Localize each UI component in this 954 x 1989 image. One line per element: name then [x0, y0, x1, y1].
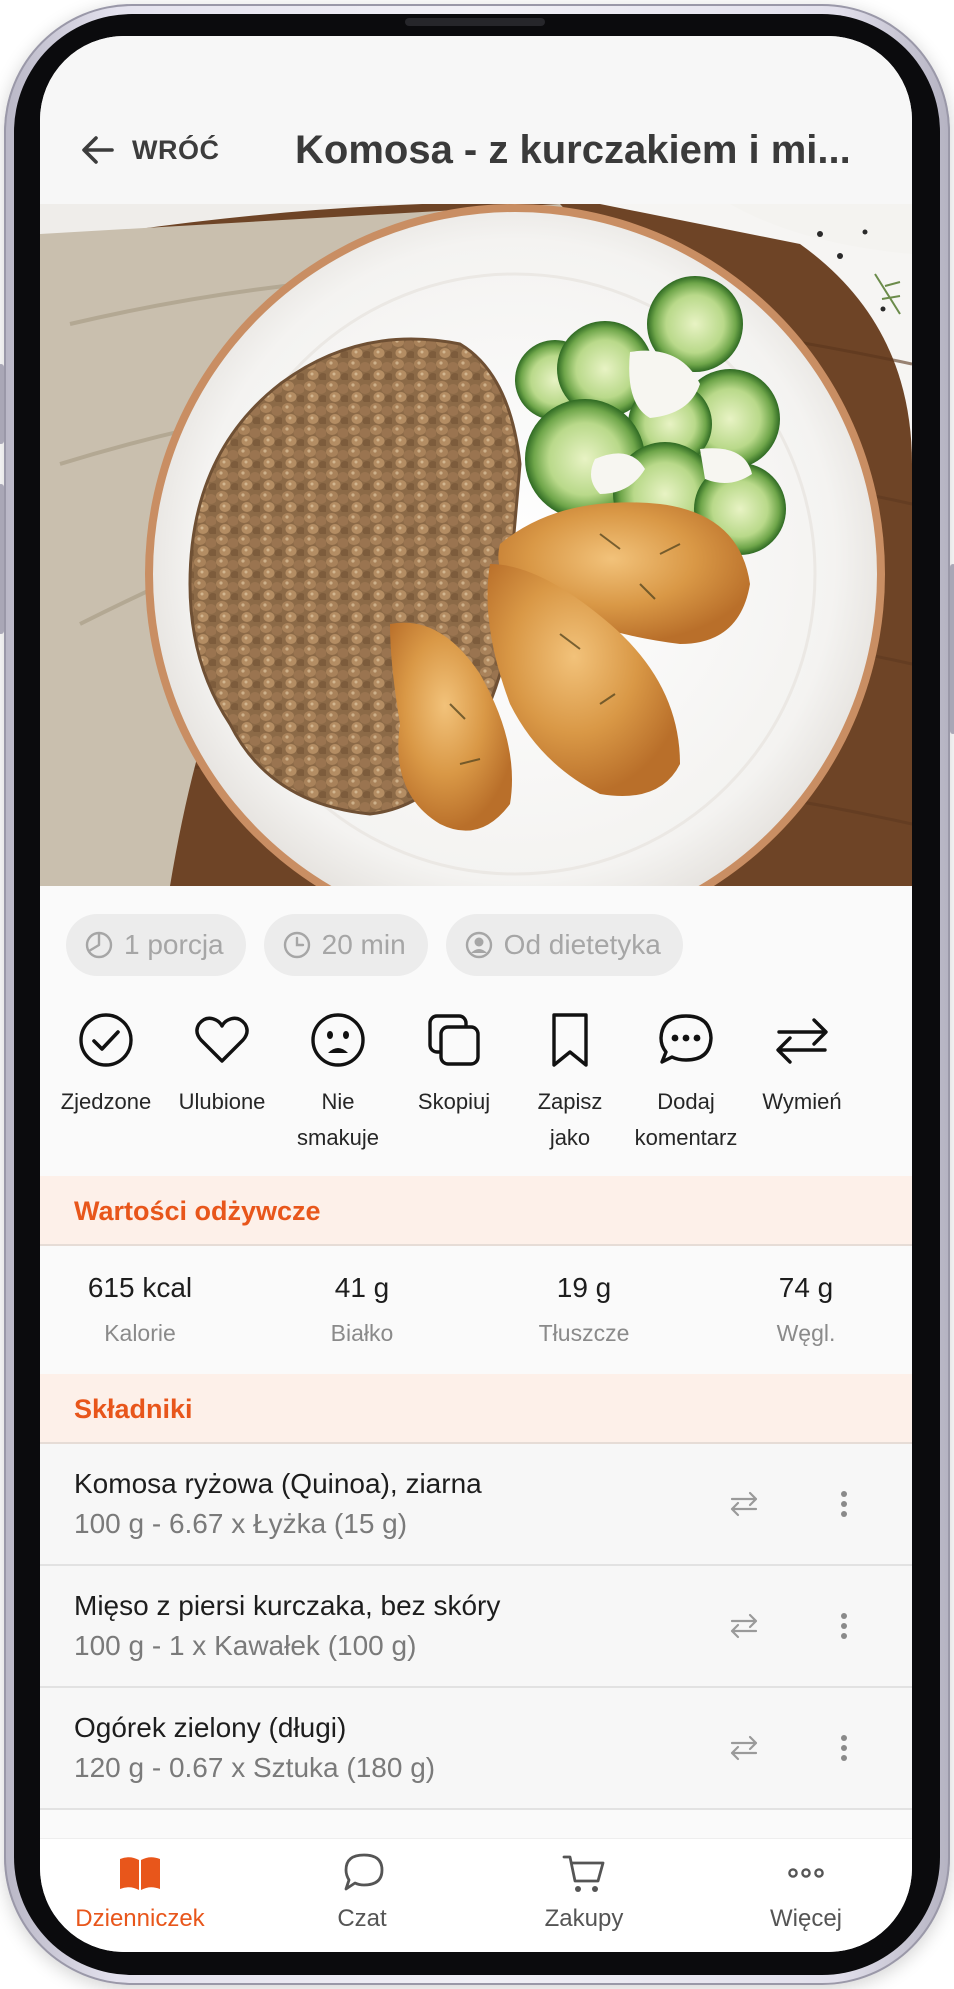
- sad-face-icon: [311, 1013, 365, 1067]
- eaten-button[interactable]: Zjedzone: [48, 1010, 164, 1120]
- ingredient-amount: 100 g - 6.67 x Łyżka (15 g): [74, 1508, 408, 1539]
- nutrition-carbs: 74 g Węgl.: [706, 1272, 906, 1347]
- bookmark-icon: [552, 1013, 588, 1067]
- nutrition-label: Białko: [330, 1320, 394, 1346]
- phone-power-button: [950, 564, 954, 734]
- copy-button[interactable]: Skopiuj: [396, 1010, 512, 1120]
- arrow-left-icon: [82, 136, 114, 164]
- nav-chat[interactable]: Czat: [262, 1849, 462, 1933]
- nav-more[interactable]: Więcej: [706, 1849, 906, 1933]
- dietitian-user-icon: [465, 931, 492, 959]
- nav-diary[interactable]: Dzienniczek: [40, 1849, 240, 1933]
- chat-bubble-icon: [344, 1853, 384, 1891]
- nutrition-label: Węgl.: [776, 1320, 836, 1346]
- ingredient-name: Mięso z piersi kurczaka, bez skóry: [74, 1590, 501, 1621]
- recipe-photo-illustration: [40, 204, 912, 886]
- nav-more-label: Więcej: [769, 1905, 842, 1932]
- app-screen: WRÓĆ Komosa - z kurczakiem i mi... 1 por…: [40, 36, 912, 1952]
- favorite-label: Ulubione: [178, 1089, 266, 1114]
- ingredients-header: Składniki: [40, 1374, 912, 1444]
- add-comment-button[interactable]: Dodaj komentarz: [628, 1010, 744, 1156]
- ingredient-name: Ogórek zielony (długi): [74, 1712, 347, 1743]
- ingredient-row[interactable]: Ogórek zielony (długi) 120 g - 0.67 x Sz…: [40, 1688, 912, 1810]
- bottom-navigation: Dzienniczek Czat Zakupy Więcej: [40, 1838, 912, 1952]
- cart-icon: [562, 1855, 605, 1892]
- page-title: Komosa - z kurczakiem i mi...: [295, 128, 851, 172]
- time-chip: 20 min: [263, 914, 428, 976]
- nutrition-value: 19 g: [556, 1272, 612, 1303]
- ingredient-amount: 100 g - 1 x Kawałek (100 g): [74, 1630, 417, 1661]
- ingredient-row[interactable]: Mięso z piersi kurczaka, bez skóry 100 g…: [40, 1566, 912, 1688]
- save-as-button[interactable]: Zapisz jako: [512, 1010, 628, 1156]
- nutrition-protein: 41 g Białko: [262, 1272, 462, 1347]
- nutrition-header: Wartości odżywcze: [40, 1176, 912, 1246]
- swap-ingredient-icon[interactable]: [726, 1608, 762, 1644]
- save-as-label: Zapisz jako: [537, 1089, 603, 1150]
- recipe-actions: Zjedzone Ulubione Nie smakuje Skopiuj Za…: [40, 1010, 912, 1150]
- swap-arrows-icon: [776, 1018, 828, 1064]
- servings-chip: 1 porcja: [66, 914, 246, 976]
- add-comment-label: Dodaj komentarz: [634, 1089, 738, 1150]
- replace-button[interactable]: Wymień: [744, 1010, 860, 1120]
- nav-shopping-label: Zakupy: [544, 1905, 624, 1932]
- dislike-label: Nie smakuje: [297, 1089, 379, 1150]
- nutrition-value: 74 g: [778, 1272, 834, 1303]
- nutrition-value: 41 g: [334, 1272, 390, 1303]
- source-label: Od dietetyka: [503, 929, 661, 960]
- copy-label: Skopiuj: [417, 1089, 491, 1114]
- phone-volume-button: [0, 484, 4, 634]
- servings-label: 1 porcja: [124, 929, 224, 960]
- phone-speaker: [405, 18, 545, 26]
- back-button[interactable]: WRÓĆ: [78, 120, 219, 180]
- nav-shopping[interactable]: Zakupy: [484, 1849, 684, 1933]
- top-bar: WRÓĆ Komosa - z kurczakiem i mi...: [40, 36, 912, 204]
- nutrition-label: Tłuszcze: [538, 1320, 630, 1346]
- clock-icon: [283, 931, 310, 959]
- nutrition-title: Wartości odżywcze: [74, 1196, 321, 1226]
- more-vertical-icon[interactable]: [826, 1608, 862, 1644]
- more-dots-icon: [788, 1868, 824, 1878]
- pie-portion-icon: [85, 931, 113, 959]
- nav-diary-label: Dzienniczek: [75, 1905, 205, 1932]
- book-icon: [120, 1857, 160, 1890]
- back-label: WRÓĆ: [132, 134, 220, 165]
- phone-side-button: [0, 364, 4, 444]
- swap-ingredient-icon[interactable]: [726, 1486, 762, 1522]
- more-vertical-icon[interactable]: [826, 1730, 862, 1766]
- more-vertical-icon[interactable]: [826, 1486, 862, 1522]
- swap-ingredient-icon[interactable]: [726, 1730, 762, 1766]
- heart-icon: [195, 1016, 249, 1063]
- eaten-label: Zjedzone: [60, 1089, 152, 1114]
- nutrition-values: 615 kcal Kalorie 41 g Białko 19 g Tłuszc…: [40, 1246, 912, 1374]
- replace-label: Wymień: [762, 1089, 842, 1114]
- nutrition-calories: 615 kcal Kalorie: [40, 1272, 240, 1347]
- favorite-button[interactable]: Ulubione: [164, 1010, 280, 1120]
- ingredient-name: Komosa ryżowa (Quinoa), ziarna: [74, 1468, 482, 1499]
- comment-icon: [659, 1014, 713, 1064]
- recipe-meta-chips: 1 porcja 20 min Od dietetyka: [66, 914, 683, 976]
- time-label: 20 min: [321, 929, 406, 960]
- ingredient-row[interactable]: Komosa ryżowa (Quinoa), ziarna 100 g - 6…: [40, 1444, 912, 1566]
- source-chip: Od dietetyka: [445, 914, 683, 976]
- nutrition-label: Kalorie: [104, 1320, 176, 1346]
- copy-icon: [428, 1014, 480, 1066]
- dislike-button[interactable]: Nie smakuje: [280, 1010, 396, 1156]
- recipe-photo: [40, 204, 912, 886]
- check-circle-icon: [79, 1013, 133, 1067]
- ingredients-title: Składniki: [74, 1394, 193, 1424]
- nutrition-value: 615 kcal: [87, 1272, 193, 1303]
- nav-chat-label: Czat: [337, 1905, 387, 1932]
- nutrition-fat: 19 g Tłuszcze: [484, 1272, 684, 1347]
- ingredient-amount: 120 g - 0.67 x Sztuka (180 g): [74, 1752, 436, 1783]
